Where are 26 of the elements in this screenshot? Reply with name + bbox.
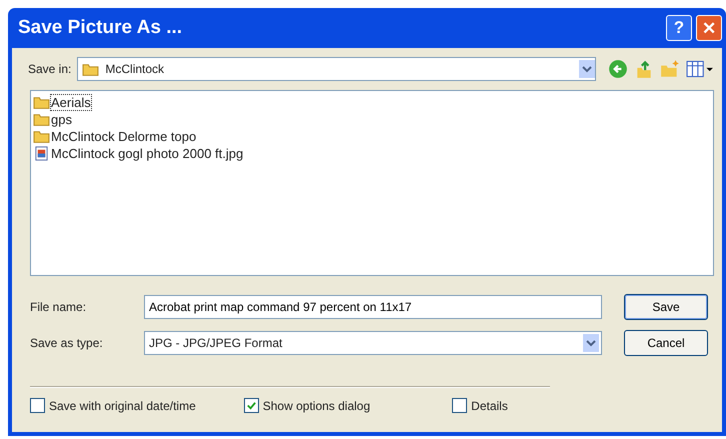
save-button[interactable]: Save — [624, 294, 708, 320]
save-as-type-label: Save as type: — [30, 336, 104, 350]
folder-icon — [33, 95, 50, 110]
save-in-dropdown[interactable]: McClintock — [77, 57, 596, 81]
view-menu-icon[interactable] — [686, 59, 714, 79]
option-checkbox[interactable]: Show options dialog — [244, 398, 370, 413]
folder-icon — [33, 129, 50, 144]
save-as-type-dropdown[interactable]: JPG - JPG/JPEG Format — [144, 331, 602, 355]
file-item[interactable]: McClintock gogl photo 2000 ft.jpg — [33, 145, 246, 162]
folder-icon — [82, 62, 100, 76]
option-checkbox[interactable]: Save with original date/time — [30, 398, 196, 413]
help-button[interactable]: ? — [666, 15, 692, 41]
file-name-field[interactable]: Acrobat print map command 97 percent on 11x17 — [144, 295, 602, 319]
file-item[interactable]: gps — [33, 111, 74, 128]
folder-icon — [33, 112, 50, 127]
file-name-label: File name: — [30, 300, 88, 314]
back-icon[interactable] — [608, 59, 628, 79]
check-icon — [246, 400, 257, 411]
window-title: Save Picture As ... — [18, 17, 184, 39]
cancel-button[interactable]: Cancel — [624, 330, 708, 356]
save-in-label: Save in: — [28, 62, 72, 76]
option-checkbox[interactable]: Details — [452, 398, 508, 413]
file-item[interactable]: Aerials — [33, 94, 93, 111]
file-item[interactable]: McClintock Delorme topo — [33, 128, 198, 145]
image-file-icon — [33, 146, 50, 161]
close-button[interactable]: ✕ — [696, 15, 722, 41]
